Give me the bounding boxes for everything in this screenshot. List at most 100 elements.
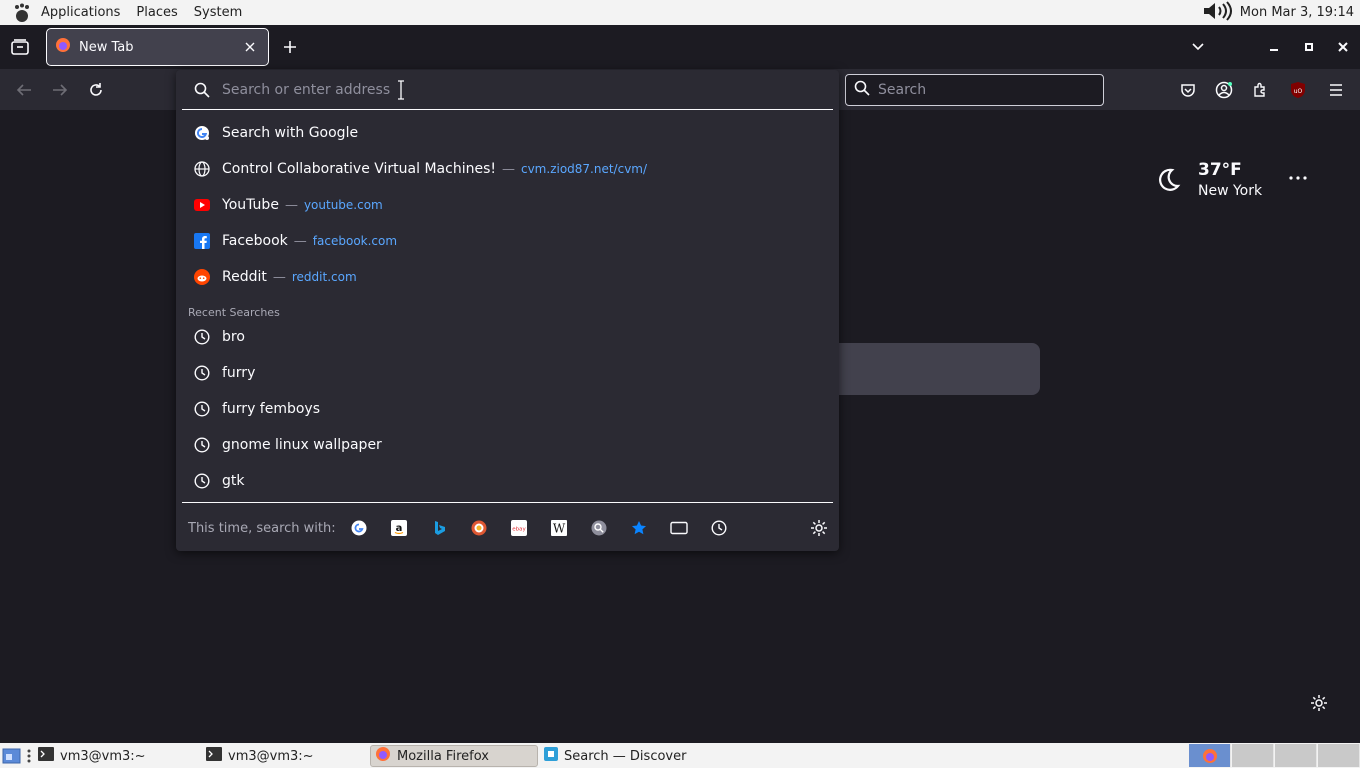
address-input[interactable]: Search or enter address bbox=[182, 70, 833, 110]
taskbar-item-terminal-1[interactable]: vm3@vm3:~ bbox=[38, 745, 146, 767]
svg-text:a: a bbox=[396, 523, 403, 534]
taskbar-item-label: Mozilla Firefox bbox=[397, 748, 489, 764]
back-button[interactable] bbox=[11, 77, 37, 103]
result-separator: — bbox=[501, 161, 515, 177]
minimize-button[interactable] bbox=[1262, 37, 1286, 57]
forward-button[interactable] bbox=[47, 77, 73, 103]
one-off-label: This time, search with: bbox=[188, 520, 336, 536]
result-title: Search with Google bbox=[222, 125, 359, 141]
firefox-view-button[interactable] bbox=[6, 35, 34, 59]
workspace-3[interactable] bbox=[1275, 744, 1317, 767]
page-search-box[interactable] bbox=[820, 343, 1040, 395]
history-icon[interactable] bbox=[708, 518, 730, 538]
workspace-1[interactable] bbox=[1189, 744, 1231, 767]
firefox-icon bbox=[375, 746, 391, 766]
globe-icon bbox=[182, 161, 222, 177]
maximize-button[interactable] bbox=[1297, 37, 1321, 57]
recent-search-text: furry bbox=[222, 365, 256, 381]
divider bbox=[182, 502, 833, 503]
recent-search-item[interactable]: furry femboys bbox=[182, 391, 833, 427]
recent-search-item[interactable]: bro bbox=[182, 319, 833, 355]
window-close-button[interactable] bbox=[1331, 37, 1355, 57]
taskbar-item-firefox[interactable]: Mozilla Firefox bbox=[370, 745, 538, 767]
show-desktop-button[interactable] bbox=[2, 745, 22, 767]
recent-search-text: bro bbox=[222, 329, 245, 345]
terminal-icon bbox=[38, 747, 54, 765]
reload-button[interactable] bbox=[83, 77, 109, 103]
google-engine-icon[interactable] bbox=[348, 518, 370, 538]
result-youtube[interactable]: YouTube — youtube.com bbox=[182, 187, 833, 223]
svg-text:ebay: ebay bbox=[512, 527, 526, 533]
gnome-foot-icon[interactable] bbox=[11, 2, 33, 24]
recent-search-text: furry femboys bbox=[222, 401, 321, 417]
search-bar[interactable]: Search bbox=[845, 74, 1104, 106]
youtube-icon bbox=[182, 199, 222, 211]
bookmarks-star-icon[interactable] bbox=[628, 518, 650, 538]
ublock-icon[interactable]: uO bbox=[1286, 78, 1310, 102]
recent-search-item[interactable]: gtk bbox=[182, 463, 833, 499]
result-search-google[interactable]: Search with Google bbox=[182, 115, 833, 151]
close-icon[interactable] bbox=[240, 37, 260, 57]
result-title: YouTube bbox=[222, 197, 279, 213]
pocket-icon[interactable] bbox=[1176, 78, 1200, 102]
top-panel: Applications Places System Mon Mar 3, 19… bbox=[0, 0, 1360, 25]
result-url: reddit.com bbox=[291, 270, 357, 284]
result-separator: — bbox=[284, 197, 298, 213]
panel-handle[interactable] bbox=[26, 745, 32, 767]
search-icon bbox=[182, 82, 222, 98]
search-engine-icon[interactable] bbox=[588, 518, 610, 538]
gear-icon[interactable] bbox=[1306, 690, 1332, 716]
result-separator: — bbox=[272, 269, 286, 285]
result-cvm[interactable]: Control Collaborative Virtual Machines! … bbox=[182, 151, 833, 187]
weather-widget[interactable]: 37°F New York bbox=[1154, 160, 1314, 204]
tabs-icon[interactable] bbox=[668, 518, 690, 538]
result-separator: — bbox=[293, 233, 307, 249]
new-tab-button[interactable] bbox=[278, 35, 302, 59]
discover-icon bbox=[544, 747, 558, 765]
more-icon[interactable] bbox=[1286, 168, 1310, 188]
taskbar-item-discover[interactable]: Search — Discover bbox=[544, 745, 686, 767]
search-settings-gear-icon[interactable] bbox=[808, 518, 830, 538]
extensions-icon[interactable] bbox=[1248, 78, 1272, 102]
list-all-tabs-button[interactable] bbox=[1186, 37, 1210, 57]
svg-text:W: W bbox=[553, 522, 566, 536]
account-icon[interactable] bbox=[1212, 78, 1236, 102]
ebay-engine-icon[interactable]: ebay bbox=[508, 518, 530, 538]
result-title: Facebook bbox=[222, 233, 288, 249]
urlbar-dropdown: Search or enter address Search with Goog… bbox=[176, 70, 839, 551]
result-reddit[interactable]: Reddit — reddit.com bbox=[182, 259, 833, 295]
bing-engine-icon[interactable] bbox=[428, 518, 450, 538]
search-icon bbox=[854, 80, 870, 100]
tab-strip: New Tab bbox=[0, 25, 1360, 69]
recent-search-text: gnome linux wallpaper bbox=[222, 437, 382, 453]
svg-text:uO: uO bbox=[1294, 88, 1303, 95]
workspace-2[interactable] bbox=[1232, 744, 1274, 767]
google-icon bbox=[182, 125, 222, 141]
volume-icon[interactable] bbox=[1202, 0, 1234, 25]
duckduckgo-engine-icon[interactable] bbox=[468, 518, 490, 538]
result-url: facebook.com bbox=[312, 234, 398, 248]
recent-search-item[interactable]: gnome linux wallpaper bbox=[182, 427, 833, 463]
clock-icon bbox=[182, 365, 222, 381]
clock-icon bbox=[182, 401, 222, 417]
clock-icon bbox=[182, 473, 222, 489]
system-menu[interactable]: System bbox=[186, 0, 250, 25]
tab-title: New Tab bbox=[79, 39, 134, 55]
one-off-search-bar: This time, search with: a ebay W bbox=[182, 510, 833, 546]
clock[interactable]: Mon Mar 3, 19:14 bbox=[1240, 5, 1354, 20]
tab-new-tab[interactable]: New Tab bbox=[46, 28, 269, 66]
terminal-icon bbox=[206, 747, 222, 765]
taskbar-item-label: vm3@vm3:~ bbox=[228, 748, 314, 764]
menu-icon[interactable] bbox=[1324, 78, 1348, 102]
recent-search-item[interactable]: furry bbox=[182, 355, 833, 391]
workspace-4[interactable] bbox=[1318, 744, 1360, 767]
places-menu[interactable]: Places bbox=[128, 0, 185, 25]
firefox-icon bbox=[55, 37, 71, 57]
taskbar-item-terminal-2[interactable]: vm3@vm3:~ bbox=[206, 745, 314, 767]
applications-menu[interactable]: Applications bbox=[33, 0, 128, 25]
address-placeholder: Search or enter address bbox=[222, 81, 391, 98]
reddit-icon bbox=[182, 269, 222, 285]
amazon-engine-icon[interactable]: a bbox=[388, 518, 410, 538]
result-facebook[interactable]: Facebook — facebook.com bbox=[182, 223, 833, 259]
wikipedia-engine-icon[interactable]: W bbox=[548, 518, 570, 538]
